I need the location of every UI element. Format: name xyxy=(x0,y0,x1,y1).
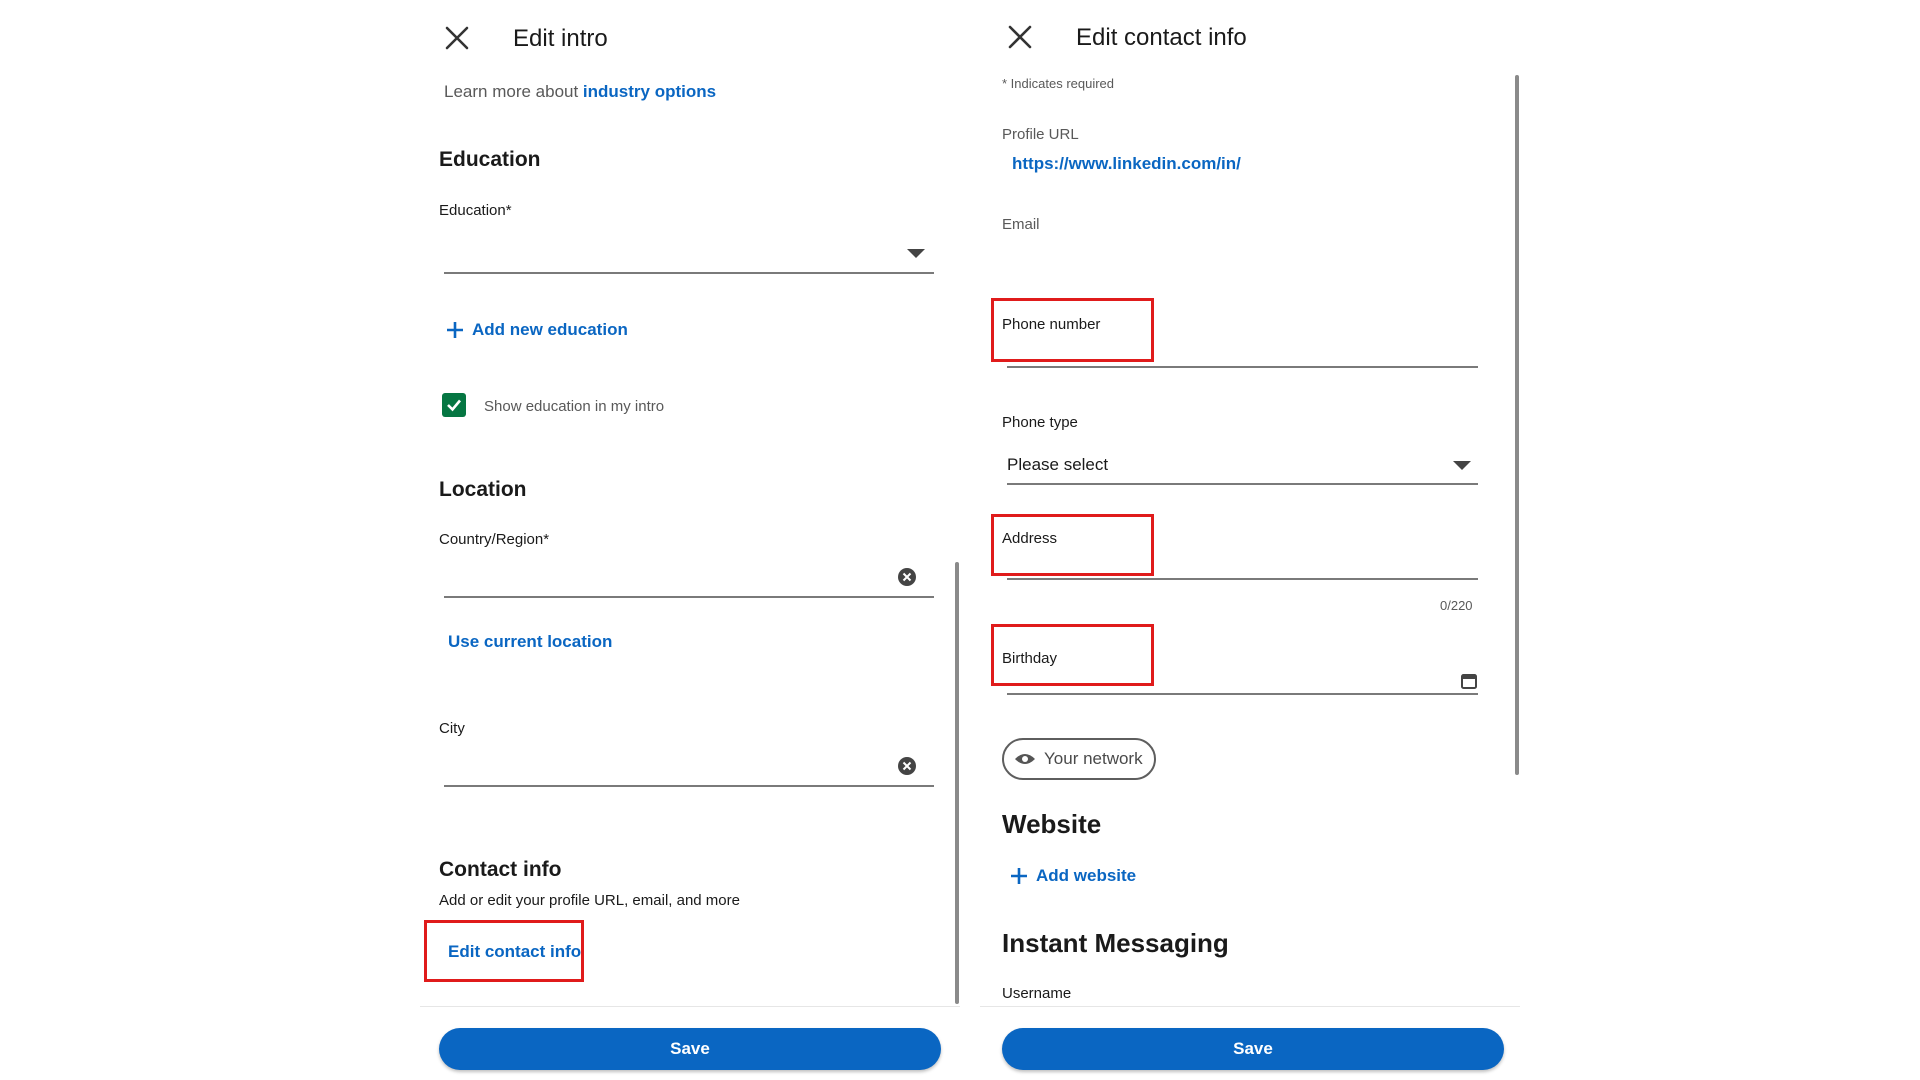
phone-type-select[interactable]: Please select xyxy=(1007,450,1478,484)
page-title: Edit intro xyxy=(513,25,608,52)
dropdown-arrow-icon xyxy=(907,249,925,258)
birthday-visibility-button[interactable]: Your network xyxy=(1002,738,1156,780)
birthday-input[interactable] xyxy=(1007,664,1478,694)
scrollbar[interactable] xyxy=(1515,75,1519,775)
add-website-button[interactable]: Add website xyxy=(1010,866,1136,886)
address-label: Address xyxy=(1002,530,1058,547)
close-icon[interactable] xyxy=(443,24,471,52)
close-icon[interactable] xyxy=(1006,23,1034,51)
add-education-button[interactable]: Add new education xyxy=(446,320,628,340)
email-label: Email xyxy=(1002,216,1040,233)
phone-type-label: Phone type xyxy=(1002,414,1078,431)
scrollbar[interactable] xyxy=(955,562,959,1004)
education-underline xyxy=(444,272,934,274)
instant-messaging-heading: Instant Messaging xyxy=(1002,928,1229,958)
address-underline xyxy=(1007,578,1478,580)
calendar-icon[interactable] xyxy=(1461,673,1477,689)
add-website-label: Add website xyxy=(1036,866,1137,885)
show-education-label: Show education in my intro xyxy=(484,398,665,415)
learn-more-text: Learn more about industry options xyxy=(444,82,716,102)
address-char-counter: 0/220 xyxy=(1440,598,1473,613)
edit-contact-info-link[interactable]: Edit contact info xyxy=(448,942,581,962)
contact-info-heading: Contact info xyxy=(439,858,562,881)
country-underline xyxy=(444,596,934,598)
clear-icon[interactable] xyxy=(897,756,917,776)
birthday-underline xyxy=(1007,693,1478,695)
industry-options-link[interactable]: industry options xyxy=(583,82,716,101)
education-heading: Education xyxy=(439,148,541,171)
username-label: Username xyxy=(1002,985,1072,1002)
profile-url-link[interactable]: https://www.linkedin.com/in/ xyxy=(1012,154,1241,174)
learn-more-prefix: Learn more about xyxy=(444,82,583,101)
phone-number-label: Phone number xyxy=(1002,316,1101,333)
education-select[interactable] xyxy=(444,238,934,274)
edit-intro-panel: Edit intro Learn more about industry opt… xyxy=(420,0,960,1080)
address-input[interactable] xyxy=(1007,550,1478,580)
country-input[interactable] xyxy=(444,560,934,596)
education-label: Education* xyxy=(439,202,512,219)
use-current-location-link[interactable]: Use current location xyxy=(448,632,612,652)
clear-icon[interactable] xyxy=(897,567,917,587)
profile-url-label: Profile URL xyxy=(1002,126,1079,143)
eye-icon xyxy=(1015,754,1035,764)
phone-type-value: Please select xyxy=(1007,455,1109,474)
add-education-label: Add new education xyxy=(472,320,628,339)
footer-divider xyxy=(420,1006,960,1007)
contact-info-description: Add or edit your profile URL, email, and… xyxy=(439,892,740,909)
plus-icon xyxy=(447,322,463,338)
checkmark-icon xyxy=(447,399,461,412)
city-label: City xyxy=(439,720,465,737)
show-education-checkbox[interactable] xyxy=(442,393,466,417)
country-label: Country/Region* xyxy=(439,531,550,548)
phone-number-input[interactable] xyxy=(1007,336,1478,366)
city-underline xyxy=(444,785,934,787)
edit-contact-info-panel: Edit contact info * Indicates required P… xyxy=(980,0,1520,1080)
phone-number-underline xyxy=(1007,366,1478,368)
visibility-label: Your network xyxy=(1044,749,1143,768)
footer-divider xyxy=(980,1006,1520,1007)
required-note: * Indicates required xyxy=(1002,76,1115,91)
save-button[interactable]: Save xyxy=(1002,1028,1504,1070)
phone-type-underline xyxy=(1007,483,1478,485)
location-heading: Location xyxy=(439,478,527,501)
plus-icon xyxy=(1011,868,1027,884)
city-input[interactable] xyxy=(444,752,934,788)
website-heading: Website xyxy=(1002,809,1102,839)
dropdown-arrow-icon xyxy=(1453,461,1471,470)
page-title: Edit contact info xyxy=(1076,24,1247,51)
save-button[interactable]: Save xyxy=(439,1028,941,1070)
